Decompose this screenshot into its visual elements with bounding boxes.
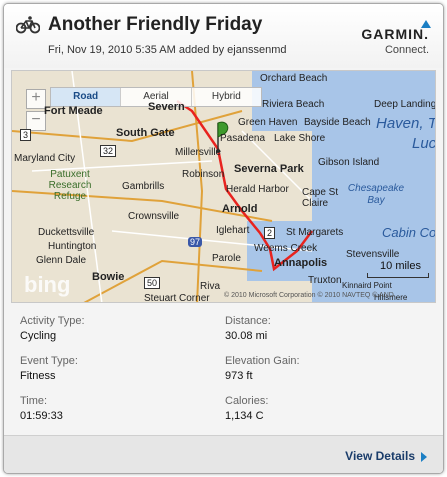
- garmin-triangle-icon: [421, 20, 431, 28]
- route-map[interactable]: Road Aerial Hybrid + − Severn Orchard Be…: [11, 70, 436, 303]
- stat-value: 30.08 mi: [225, 330, 268, 342]
- arrow-right-icon: [421, 451, 427, 462]
- map-label: Fort Meade: [44, 105, 103, 117]
- map-label: Robinson: [182, 169, 225, 180]
- map-label: Steuart Corner: [144, 293, 210, 303]
- view-details-link[interactable]: View Details: [345, 449, 427, 463]
- stat-label: Time:: [20, 395, 48, 407]
- stat-value: 973 ft: [225, 370, 253, 382]
- stat-activity-type: Activity Type: Cycling: [20, 315, 220, 342]
- map-label: Weems Creek: [254, 243, 318, 254]
- map-label: Chesapeake Bay: [347, 183, 405, 206]
- map-label: Arnold: [222, 203, 258, 215]
- map-label: Riva: [200, 281, 221, 292]
- scale-bar: [367, 273, 429, 278]
- card-footer: View Details: [4, 435, 443, 473]
- activity-card: Another Friendly Friday Fri, Nov 19, 201…: [3, 3, 444, 474]
- stat-label: Event Type:: [20, 355, 78, 367]
- map-label: Green Haven: [238, 117, 298, 128]
- map-label: Bayside Beach: [304, 117, 371, 128]
- map-label: Kinnaird Point: [342, 281, 392, 290]
- connect-logo-text: Connect.: [384, 44, 429, 56]
- stat-label: Activity Type:: [20, 315, 85, 327]
- shield-label: 2: [264, 227, 276, 239]
- stat-distance: Distance: 30.08 mi: [225, 315, 425, 342]
- view-details-label: View Details: [345, 449, 415, 463]
- shield-label: 3: [20, 129, 32, 141]
- stat-label: Calories:: [225, 395, 269, 407]
- map-label: Crownsville: [128, 211, 180, 222]
- map-label: Iglehart: [216, 225, 250, 236]
- card-header: Another Friendly Friday Fri, Nov 19, 201…: [4, 4, 443, 68]
- map-label: Herald Harbor: [226, 184, 289, 195]
- map-label: Stevensville: [346, 249, 400, 260]
- map-label: Millersville: [175, 147, 222, 158]
- map-label: Annapolis: [274, 257, 328, 269]
- stat-time: Time: 01:59:33: [20, 395, 220, 422]
- map-label: Lucy: [412, 135, 436, 152]
- garmin-logo-text: GARMIN.: [361, 26, 429, 42]
- map-label: Severna Park: [234, 163, 304, 175]
- stat-label: Elevation Gain:: [225, 355, 300, 367]
- stat-value: Cycling: [20, 330, 57, 342]
- garmin-logo[interactable]: GARMIN.: [361, 20, 431, 42]
- map-label: Pasadena: [220, 133, 266, 144]
- stat-value: 1,134 C: [225, 410, 264, 422]
- scale-label: 10 miles: [380, 260, 421, 272]
- map-label: Huntington: [48, 241, 97, 252]
- stat-calories: Calories: 1,134 C: [225, 395, 425, 422]
- stat-elevation-gain: Elevation Gain: 973 ft: [225, 355, 425, 382]
- map-label: Orchard Beach: [260, 73, 328, 84]
- map-label: Maryland City: [14, 153, 76, 164]
- map-label: Bowie: [92, 271, 125, 283]
- map-label: Cape St Claire: [302, 187, 339, 209]
- map-label: Haven, Th: [376, 115, 436, 132]
- map-label: Duckettsville: [38, 227, 95, 238]
- bing-logo[interactable]: bing: [24, 272, 70, 298]
- stat-event-type: Event Type: Fitness: [20, 355, 220, 382]
- map-label: St Margarets: [286, 227, 344, 238]
- map-type-road[interactable]: Road: [51, 88, 122, 106]
- map-label: Severn: [148, 101, 185, 113]
- shield-label: 97: [188, 237, 203, 247]
- zoom-in-button[interactable]: +: [26, 89, 46, 109]
- bike-icon: [16, 16, 40, 34]
- zoom-out-button[interactable]: −: [26, 111, 46, 131]
- map-label: Deep Landing: [374, 99, 436, 110]
- map-label: Lake Shore: [274, 133, 326, 144]
- map-label: Truxton: [308, 275, 342, 286]
- map-copyright: © 2010 Microsoft Corporation © 2010 NAVT…: [224, 292, 394, 299]
- shield-label: 32: [100, 145, 117, 157]
- map-label: South Gate: [116, 127, 175, 139]
- shield-label: 50: [144, 277, 161, 289]
- stat-value: 01:59:33: [20, 410, 63, 422]
- map-label: Riviera Beach: [262, 99, 325, 110]
- stat-value: Fitness: [20, 370, 56, 382]
- map-type-hybrid[interactable]: Hybrid: [192, 88, 261, 106]
- map-label: Parole: [212, 253, 241, 264]
- map-label: Patuxent Research Refuge: [48, 169, 92, 202]
- map-label: Gambrills: [122, 181, 165, 192]
- map-label: Glenn Dale: [36, 255, 87, 266]
- map-label: Gibson Island: [318, 157, 380, 168]
- stat-label: Distance:: [225, 315, 271, 327]
- map-label: Cabin Co: [382, 225, 436, 240]
- activity-title[interactable]: Another Friendly Friday: [48, 14, 262, 36]
- activity-subtitle: Fri, Nov 19, 2010 5:35 AM added by ejans…: [48, 44, 287, 56]
